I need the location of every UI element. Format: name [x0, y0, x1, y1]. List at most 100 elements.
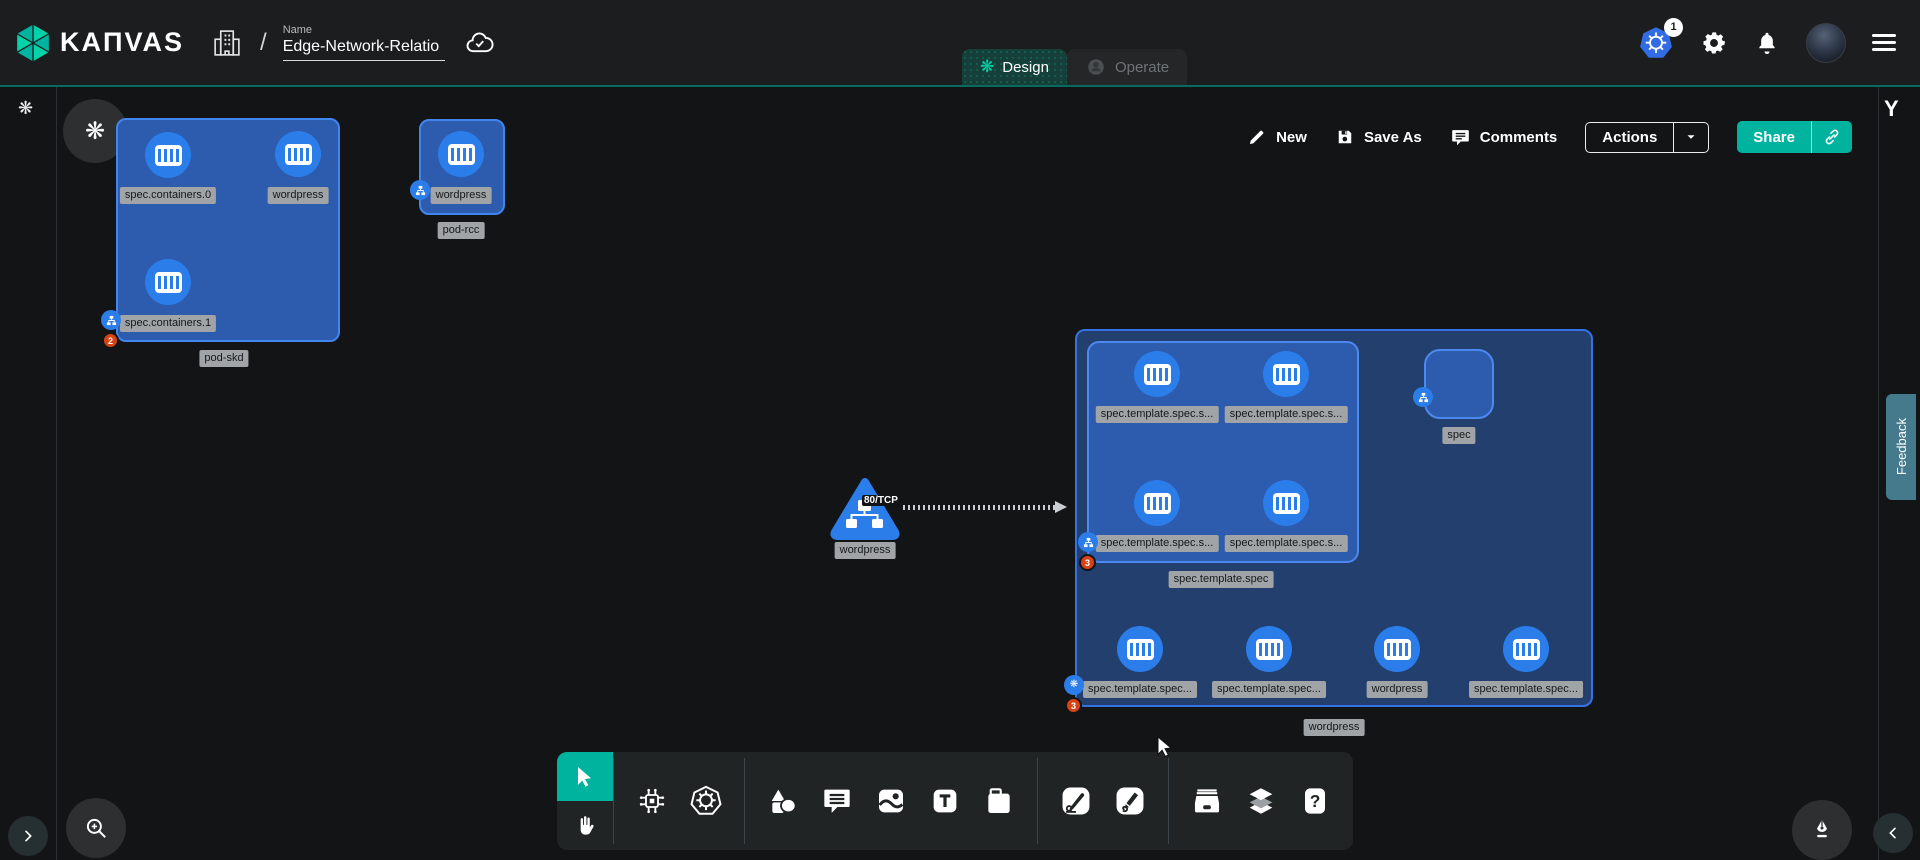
meshery-badge-icon[interactable]: ❋	[1064, 675, 1084, 695]
save-status-cloud-icon[interactable]	[465, 30, 495, 56]
node-wordpress-pod-rcc[interactable]	[438, 131, 484, 177]
node-label: wordpress	[1367, 681, 1428, 698]
container-icon	[1144, 493, 1171, 514]
container-icon	[285, 144, 312, 165]
share-label: Share	[1753, 129, 1795, 146]
chevron-right-icon	[20, 828, 36, 844]
container-icon	[1384, 639, 1411, 660]
user-avatar[interactable]	[1806, 23, 1846, 63]
select-tool-button[interactable]	[557, 752, 613, 801]
zoom-button[interactable]	[66, 798, 126, 858]
pencil-icon	[1247, 127, 1267, 147]
node-wordpress-pod-skd[interactable]	[275, 131, 321, 177]
image-tool-button[interactable]	[873, 783, 909, 819]
freehand-pencil-icon	[1113, 784, 1147, 818]
freehand-tool-button[interactable]	[1112, 783, 1148, 819]
menu-hamburger-icon[interactable]	[1872, 34, 1896, 51]
chip-icon	[636, 785, 668, 817]
node-deploy-container-1[interactable]	[1246, 626, 1292, 672]
error-count-badge[interactable]: 3	[1079, 554, 1096, 571]
pen-mode-button[interactable]	[1792, 800, 1852, 860]
design-name-field[interactable]: Name Edge-Network-Relatio	[283, 24, 445, 61]
pan-tool-button[interactable]	[557, 801, 613, 850]
node-service-wordpress[interactable]	[829, 476, 901, 540]
node-deploy-container-2[interactable]	[1374, 626, 1420, 672]
node-label: spec	[1442, 427, 1475, 444]
cursor-arrow-icon	[573, 765, 597, 789]
app-header: KAΠVAS / Name Edge-Network-Relatio ❋ Des…	[0, 0, 1920, 85]
node-template-container-0[interactable]	[1134, 351, 1180, 397]
container-icon	[155, 272, 182, 293]
container-icon	[1513, 639, 1540, 660]
mode-tabs: ❋ Design Operate	[962, 49, 1187, 85]
edge-service-to-deployment[interactable]	[903, 505, 1057, 510]
container-icon	[448, 144, 475, 165]
pen-tool-button[interactable]	[1058, 783, 1094, 819]
container-icon	[1273, 364, 1300, 385]
container-icon	[1144, 364, 1171, 385]
tab-design[interactable]: ❋ Design	[962, 49, 1067, 85]
node-template-container-1[interactable]	[1263, 351, 1309, 397]
actions-label: Actions	[1602, 129, 1657, 146]
sticky-note-icon	[983, 785, 1015, 817]
group-spec-template-spec[interactable]	[1087, 341, 1359, 563]
y-tool-icon[interactable]: Y	[1884, 96, 1899, 122]
save-as-button[interactable]: Save As	[1335, 127, 1422, 147]
organization-icon[interactable]	[212, 28, 242, 58]
node-spec[interactable]	[1424, 349, 1494, 419]
comments-button[interactable]: Comments	[1450, 127, 1558, 148]
actions-dropdown-button[interactable]	[1673, 123, 1708, 152]
pen-nib-icon	[1809, 817, 1835, 843]
comment-icon	[821, 785, 853, 817]
tab-design-label: Design	[1002, 59, 1049, 76]
kubernetes-tool-button[interactable]	[688, 783, 724, 819]
node-deploy-container-0[interactable]	[1117, 626, 1163, 672]
node-template-container-2[interactable]	[1134, 480, 1180, 526]
feedback-tab[interactable]: Feedback	[1886, 394, 1916, 500]
k8s-context-button[interactable]: 1	[1638, 25, 1674, 61]
new-button[interactable]: New	[1247, 127, 1307, 147]
sticky-note-tool-button[interactable]	[981, 783, 1017, 819]
settings-gear-icon[interactable]	[1700, 29, 1728, 57]
design-swirl-icon: ❋	[980, 57, 994, 77]
canvas[interactable]: ❋ ❋ Y	[0, 2, 1920, 860]
notifications-bell-icon[interactable]	[1754, 29, 1780, 57]
node-label: spec.template.spec.s...	[1096, 406, 1219, 423]
help-icon: ?	[1299, 785, 1331, 817]
chevron-left-icon	[1885, 825, 1901, 841]
help-tool-button[interactable]: ?	[1297, 783, 1333, 819]
error-count-badge[interactable]: 2	[102, 332, 119, 349]
new-label: New	[1276, 129, 1307, 146]
design-name-input[interactable]: Edge-Network-Relatio	[283, 38, 445, 61]
utility-tools: ?	[1169, 752, 1353, 850]
collapse-right-panel-button[interactable]	[1873, 813, 1913, 853]
layers-tool-button[interactable]	[1243, 783, 1279, 819]
expand-left-panel-button[interactable]	[8, 816, 48, 856]
node-deploy-container-3[interactable]	[1503, 626, 1549, 672]
node-label: wordpress	[268, 187, 329, 204]
drawing-tools	[1038, 752, 1168, 850]
actions-button[interactable]: Actions	[1586, 123, 1673, 152]
comment-tool-button[interactable]	[819, 783, 855, 819]
breadcrumb-separator: /	[260, 29, 267, 57]
hierarchy-badge-icon[interactable]	[101, 310, 121, 330]
share-button[interactable]: Share	[1737, 121, 1811, 153]
hierarchy-badge-icon[interactable]	[1078, 532, 1098, 552]
node-template-container-3[interactable]	[1263, 480, 1309, 526]
drawer-tool-button[interactable]	[1189, 783, 1225, 819]
node-spec-containers-0[interactable]	[145, 132, 191, 178]
name-label: Name	[283, 24, 445, 36]
tab-operate[interactable]: Operate	[1067, 49, 1187, 85]
hierarchy-badge-icon[interactable]	[1413, 387, 1433, 407]
shapes-tool-button[interactable]	[765, 783, 801, 819]
hierarchy-badge-icon[interactable]	[410, 180, 430, 200]
copy-link-button[interactable]	[1811, 121, 1852, 153]
kanvas-logo-icon	[16, 24, 50, 62]
share-split-button: Share	[1737, 121, 1852, 153]
node-spec-containers-1[interactable]	[145, 259, 191, 305]
comments-label: Comments	[1480, 129, 1558, 146]
components-tool-button[interactable]	[634, 783, 670, 819]
error-count-badge[interactable]: 3	[1065, 697, 1082, 714]
text-tool-button[interactable]	[927, 783, 963, 819]
edge-port-label: 80/TCP	[862, 495, 900, 506]
